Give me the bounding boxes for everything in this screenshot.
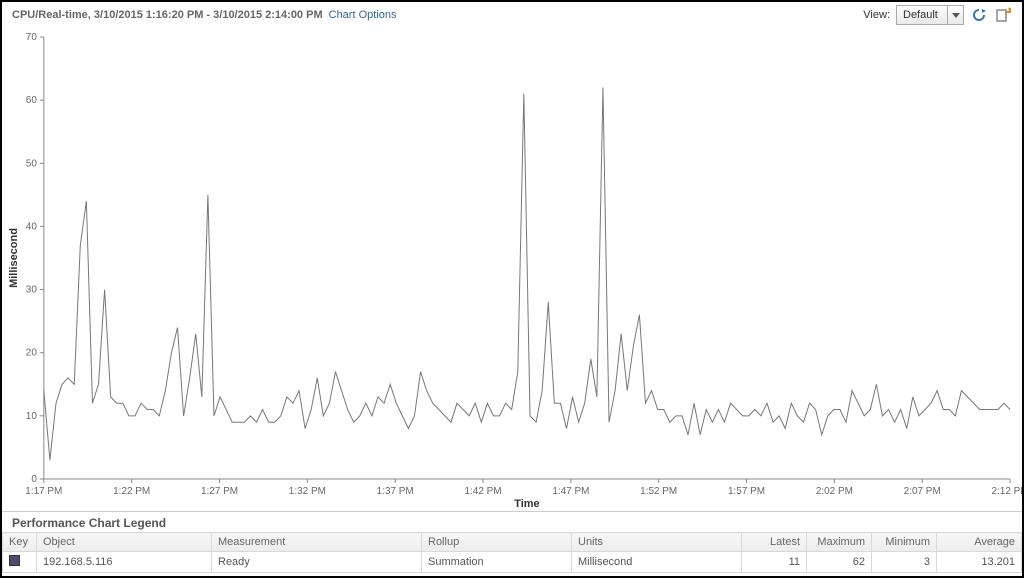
- legend-units: Millisecond: [572, 552, 742, 573]
- legend-title: Performance Chart Legend: [2, 512, 1022, 532]
- view-select[interactable]: Default: [896, 5, 964, 25]
- svg-text:1:37 PM: 1:37 PM: [377, 486, 414, 497]
- svg-text:10: 10: [26, 411, 38, 422]
- svg-text:1:52 PM: 1:52 PM: [640, 486, 677, 497]
- svg-text:2:12 PM: 2:12 PM: [992, 486, 1022, 497]
- svg-text:2:02 PM: 2:02 PM: [816, 486, 853, 497]
- chart-title: CPU/Real-time, 3/10/2015 1:16:20 PM - 3/…: [12, 9, 323, 21]
- svg-text:0: 0: [31, 474, 37, 485]
- refresh-icon[interactable]: [970, 6, 988, 24]
- legend-table: Key Object Measurement Rollup Units Late…: [2, 532, 1022, 573]
- topbar: CPU/Real-time, 3/10/2015 1:16:20 PM - 3/…: [2, 2, 1022, 27]
- col-latest: Latest: [742, 533, 807, 552]
- legend-row[interactable]: 192.168.5.116 Ready Summation Millisecon…: [3, 552, 1022, 573]
- view-selected-text: Default: [897, 9, 947, 21]
- line-chart: 0 10 20 30 40 50 60 70 Millisecond 1:17 PM 1:22 PM…: [2, 27, 1022, 511]
- view-label: View:: [863, 9, 890, 21]
- legend-key-cell: [3, 552, 37, 573]
- legend-latest: 11: [742, 552, 807, 573]
- col-key: Key: [3, 533, 37, 552]
- series-color-swatch: [9, 555, 20, 566]
- legend-maximum: 62: [807, 552, 872, 573]
- svg-text:1:17 PM: 1:17 PM: [25, 486, 62, 497]
- legend-header-row: Key Object Measurement Rollup Units Late…: [3, 533, 1022, 552]
- svg-text:1:22 PM: 1:22 PM: [113, 486, 150, 497]
- legend-rollup: Summation: [422, 552, 572, 573]
- svg-text:1:27 PM: 1:27 PM: [201, 486, 238, 497]
- topbar-right: View: Default: [863, 5, 1012, 25]
- svg-text:20: 20: [26, 348, 38, 359]
- legend-object: 192.168.5.116: [37, 552, 212, 573]
- svg-text:2:07 PM: 2:07 PM: [904, 486, 941, 497]
- svg-text:Millisecond: Millisecond: [8, 228, 20, 288]
- svg-text:1:57 PM: 1:57 PM: [728, 486, 765, 497]
- col-average: Average: [937, 533, 1022, 552]
- svg-text:50: 50: [26, 158, 38, 169]
- chart-options-link[interactable]: Chart Options: [329, 9, 397, 21]
- chart-area: 0 10 20 30 40 50 60 70 Millisecond 1:17 PM 1:22 PM…: [2, 27, 1022, 511]
- legend-measurement: Ready: [212, 552, 422, 573]
- svg-text:40: 40: [26, 221, 38, 232]
- svg-text:30: 30: [26, 285, 38, 296]
- col-maximum: Maximum: [807, 533, 872, 552]
- legend-average: 13.201: [937, 552, 1022, 573]
- col-units: Units: [572, 533, 742, 552]
- svg-text:1:32 PM: 1:32 PM: [289, 486, 326, 497]
- svg-text:Time: Time: [514, 498, 539, 510]
- col-object: Object: [37, 533, 212, 552]
- legend-minimum: 3: [872, 552, 937, 573]
- topbar-left: CPU/Real-time, 3/10/2015 1:16:20 PM - 3/…: [12, 9, 397, 21]
- export-icon[interactable]: [994, 6, 1012, 24]
- col-measurement: Measurement: [212, 533, 422, 552]
- col-minimum: Minimum: [872, 533, 937, 552]
- svg-text:1:47 PM: 1:47 PM: [552, 486, 589, 497]
- legend-section: Performance Chart Legend Key Object Meas…: [2, 511, 1022, 573]
- svg-text:1:42 PM: 1:42 PM: [464, 486, 501, 497]
- chevron-down-icon: [947, 6, 963, 24]
- svg-text:70: 70: [26, 32, 38, 43]
- svg-text:60: 60: [26, 95, 38, 106]
- col-rollup: Rollup: [422, 533, 572, 552]
